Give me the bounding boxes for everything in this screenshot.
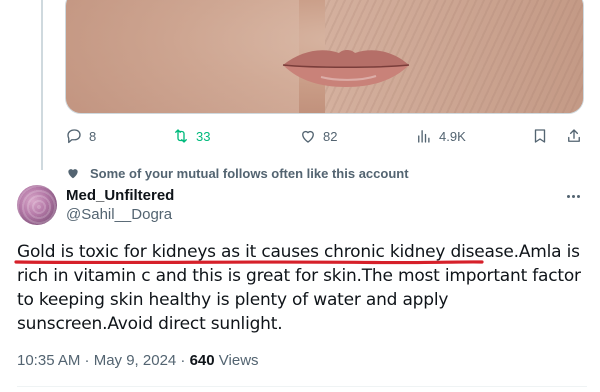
red-underline-annotation: [14, 260, 484, 265]
share-button[interactable]: [565, 122, 583, 150]
avatar[interactable]: [17, 185, 57, 225]
bookmark-icon: [534, 129, 546, 143]
quoted-photo[interactable]: [65, 0, 584, 114]
like-count: 82: [323, 128, 338, 144]
display-name[interactable]: Med_Unfiltered: [66, 187, 174, 204]
social-context-text: Some of your mutual follows often like t…: [90, 165, 409, 181]
user-handle[interactable]: @Sahil__Dogra: [66, 206, 172, 223]
view-count: 640: [189, 352, 215, 369]
lips-image: [282, 50, 410, 87]
social-context: Some of your mutual follows often like t…: [66, 164, 409, 182]
face-photo: [66, 0, 583, 113]
reply-count: 8: [89, 128, 97, 144]
share-icon: [568, 129, 580, 142]
analytics-icon: [418, 130, 430, 143]
tweet-text: Gold is toxic for kidneys as it causes c…: [17, 240, 587, 336]
retweet-button[interactable]: 33: [172, 122, 210, 150]
tweet-meta: 10:35 AM · May 9, 2024 · 640 Views: [17, 352, 259, 369]
action-bar: 8 33 82 4.9K: [65, 122, 585, 150]
heart-outline-icon: [302, 130, 314, 143]
divider: [17, 386, 587, 387]
reply-icon: [67, 129, 81, 144]
heart-icon: [68, 169, 78, 179]
reply-button[interactable]: 8: [65, 122, 96, 150]
bookmark-button[interactable]: [531, 122, 549, 150]
view-count-top: 4.9K: [439, 128, 466, 144]
more-dots-icon: [566, 194, 570, 198]
retweet-icon: [175, 129, 187, 143]
thread-line: [41, 0, 43, 170]
views-button[interactable]: 4.9K: [415, 122, 466, 150]
timestamp[interactable]: 10:35 AM · May 9, 2024 ·: [17, 352, 190, 369]
views-label: Views: [214, 352, 259, 369]
like-button[interactable]: 82: [299, 122, 337, 150]
retweet-count: 33: [196, 128, 211, 144]
more-options-button[interactable]: [560, 187, 586, 205]
